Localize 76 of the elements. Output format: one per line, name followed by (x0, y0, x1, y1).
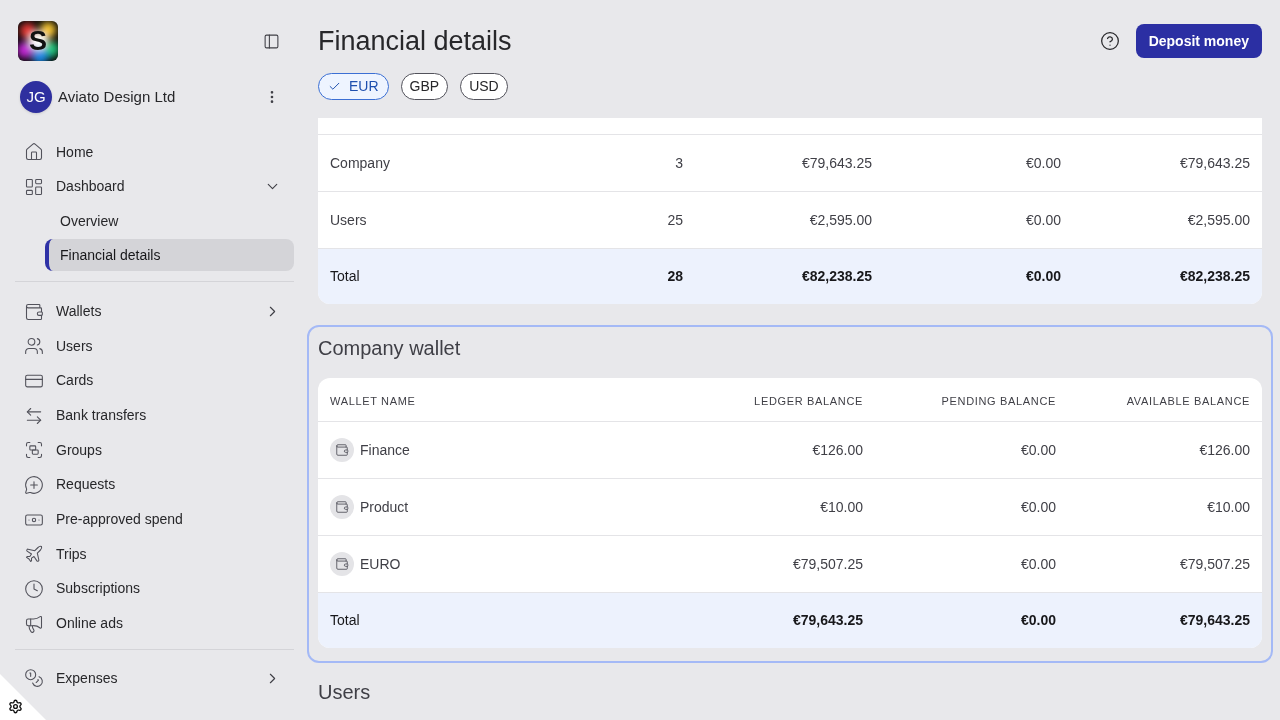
total-cell: 28 (667, 268, 683, 284)
nav-item[interactable]: Bank transfers (15, 401, 294, 430)
check-icon (328, 80, 341, 93)
nav-item[interactable]: Requests (15, 470, 294, 499)
account-name: Aviato Design Ltd (58, 86, 177, 107)
megaphone-icon (24, 613, 44, 634)
total-cell-text: €79,643.25 (1179, 611, 1250, 630)
chat-bubble-plus-icon (24, 474, 44, 495)
table-cell: €79,643.25 (1179, 154, 1250, 171)
currency-chip[interactable]: EUR (318, 73, 389, 100)
nav-subitem[interactable]: Overview (45, 204, 294, 239)
table-cell-text: €0.00 (1020, 440, 1056, 460)
wallet-name: Product (360, 497, 409, 517)
users-icon (24, 336, 44, 357)
column-header: AVAILABLE BALANCE (1126, 394, 1250, 407)
avatar: JG (20, 81, 52, 113)
table-cell-text: €126.00 (812, 440, 863, 460)
nav-item[interactable]: Expenses (15, 664, 294, 693)
total-cell: Total (330, 268, 360, 284)
table-cell-text: €79,507.25 (1179, 554, 1250, 574)
plane-icon (24, 544, 44, 565)
table-cell: €2,595.00 (1187, 211, 1250, 228)
table-cell-text: €126.00 (1199, 440, 1250, 460)
table-cell-text: €79,507.25 (792, 554, 863, 574)
nav-item[interactable]: Wallets (15, 297, 294, 326)
nav-item[interactable]: Cards (15, 366, 294, 395)
nav-item[interactable]: Groups (15, 436, 294, 465)
table-cell-text: €10.00 (820, 497, 863, 517)
wallet-icon (330, 552, 354, 576)
nav-item[interactable]: Home (15, 138, 294, 167)
nav-item[interactable]: Users (15, 332, 294, 361)
table-cell: Company (330, 154, 390, 171)
nav-subitem[interactable]: Financial details (45, 239, 294, 272)
page-title: Financial details (318, 25, 512, 58)
column-header: WALLET NAME (330, 394, 416, 407)
nav-item[interactable]: Dashboard (15, 173, 294, 201)
total-cell-text: €0.00 (1020, 611, 1056, 630)
total-cell-text: €79,643.25 (792, 611, 863, 630)
total-cell: €82,238.25 (801, 268, 872, 284)
wallet-name: EURO (360, 554, 401, 574)
currency-chip[interactable]: USD (460, 73, 508, 100)
sidebar-toggle-icon[interactable] (263, 32, 280, 50)
column-header: PENDING BALANCE (941, 394, 1056, 407)
group-icon (24, 440, 44, 461)
total-cell-text: Total (330, 611, 360, 630)
total-cell: €82,238.25 (1179, 268, 1250, 284)
clock-icon (24, 578, 44, 599)
wallet-icon (330, 438, 354, 462)
table-cell: Users (330, 211, 367, 228)
section-title: Users (318, 680, 372, 705)
table-cell-text: €0.00 (1020, 554, 1056, 574)
nav-item[interactable]: Pre-approved spend (15, 505, 294, 534)
currency-chip[interactable]: GBP (400, 73, 449, 100)
table-cell-text: €0.00 (1020, 497, 1056, 517)
dashboard-grid-icon (24, 177, 44, 197)
table-cell-text: €10.00 (1207, 497, 1250, 517)
table-cell: 25 (667, 211, 683, 228)
table-cell: €2,595.00 (809, 211, 872, 228)
section-title: Company wallet (318, 336, 462, 361)
total-cell: €0.00 (1025, 268, 1061, 284)
table-cell: 3 (675, 154, 683, 171)
column-header: LEDGER BALANCE (754, 394, 863, 407)
table-cell: €0.00 (1025, 211, 1061, 228)
help-icon[interactable] (1099, 31, 1120, 51)
house-icon (24, 142, 44, 163)
nav-item[interactable]: Online ads (15, 609, 294, 638)
arrows-left-right-icon (24, 405, 44, 426)
wallet-icon (330, 495, 354, 519)
table-cell: €0.00 (1025, 154, 1061, 171)
app-logo: S (18, 21, 58, 61)
wallet-name: Finance (360, 440, 410, 460)
deposit-money-button[interactable]: Deposit money (1135, 24, 1262, 58)
nav-item[interactable]: Trips (15, 540, 294, 569)
wallet-icon (24, 301, 44, 322)
nav-item[interactable]: Subscriptions (15, 574, 294, 603)
table-cell: €79,643.25 (801, 154, 872, 171)
